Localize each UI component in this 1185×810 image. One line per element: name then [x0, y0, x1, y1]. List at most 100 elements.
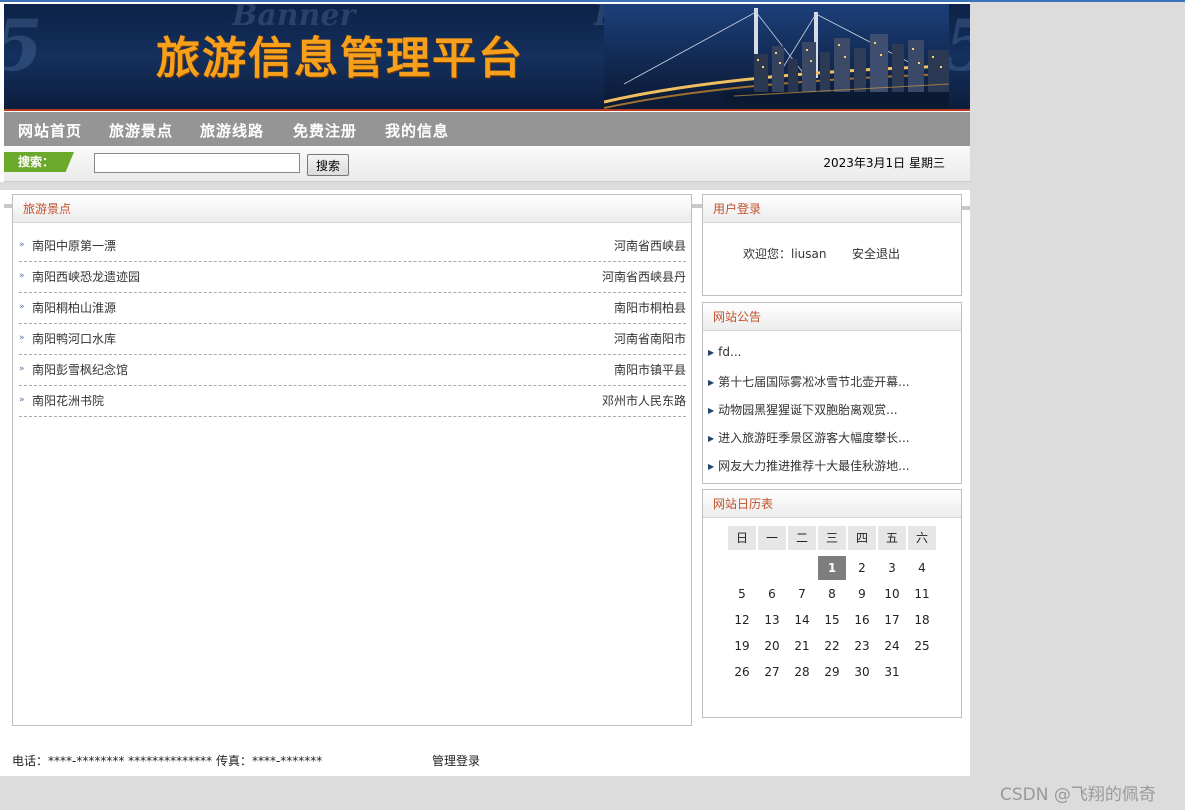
notice-text[interactable]: 动物园黑猩猩诞下双胞胎离观赏...: [718, 403, 897, 417]
current-date: 2023年3月1日 星期三: [823, 156, 945, 170]
calendar-day[interactable]: 20: [758, 634, 786, 658]
notice-text[interactable]: 进入旅游旺季景区游客大幅度攀长...: [718, 431, 909, 445]
logout-link[interactable]: 安全退出: [852, 245, 900, 262]
banner-bottom-line: [4, 109, 970, 111]
list-item[interactable]: » 南阳花洲书院 邓州市人民东路: [19, 386, 686, 417]
calendar-panel: 网站日历表 日一二三四五六 1 2 3 4 5 6 7 8 9 10 11 12 13 14 15 16 17 18…: [702, 489, 962, 718]
double-arrow-icon: »: [19, 302, 25, 312]
calendar-day[interactable]: 2: [848, 556, 876, 580]
calendar-day[interactable]: 28: [788, 660, 816, 684]
calendar-day[interactable]: 17: [878, 608, 906, 632]
calendar-day[interactable]: 7: [788, 582, 816, 606]
calendar-day[interactable]: 31: [878, 660, 906, 684]
search-bar: 搜索： 搜索 2023年3月1日 星期三: [4, 146, 970, 182]
calendar-day[interactable]: 30: [848, 660, 876, 684]
spot-location: 南阳市桐柏县: [613, 301, 686, 315]
spot-name[interactable]: 南阳中原第一漂: [32, 237, 116, 254]
csdn-watermark: CSDN @飞翔的佩奇: [1000, 785, 1156, 805]
scenic-spots-panel: 旅游景点 » 南阳中原第一漂 河南省西峡县 » 南阳西峡恐龙遗迹园 河南省西峡县…: [12, 194, 692, 726]
calendar-day[interactable]: 26: [728, 660, 756, 684]
spot-location: 河南省南阳市: [613, 332, 686, 346]
site-banner: 5 Banner Banner 5 旅游信息管理平台: [4, 4, 970, 111]
nav-item-register[interactable]: 免费注册: [293, 120, 357, 141]
spot-name[interactable]: 南阳西峡恐龙遗迹园: [32, 268, 140, 285]
calendar-day[interactable]: 18: [908, 608, 936, 632]
page-container: 5 Banner Banner 5 旅游信息管理平台: [0, 2, 970, 776]
spot-location: 邓州市人民东路: [601, 394, 686, 408]
triangle-right-icon: ▶: [708, 378, 715, 387]
triangle-right-icon: ▶: [708, 406, 715, 415]
user-login-panel: 用户登录 欢迎您：liusan 安全退出: [702, 194, 962, 296]
list-item[interactable]: ▶ 进入旅游旺季景区游客大幅度攀长...: [708, 429, 910, 446]
notice-text[interactable]: fd...: [718, 345, 741, 359]
calendar-day[interactable]: 10: [878, 582, 906, 606]
triangle-right-icon: ▶: [708, 348, 715, 357]
list-item[interactable]: » 南阳彭雪枫纪念馆 南阳市镇平县: [19, 355, 686, 386]
calendar-day[interactable]: 11: [908, 582, 936, 606]
calendar-title: 网站日历表: [703, 490, 961, 518]
calendar-day[interactable]: 16: [848, 608, 876, 632]
triangle-right-icon: ▶: [708, 434, 715, 443]
calendar-day[interactable]: 5: [728, 582, 756, 606]
notice-text[interactable]: 网友大力推进推荐十大最佳秋游地...: [718, 459, 909, 473]
left-deco-line: [4, 204, 12, 208]
list-item[interactable]: » 南阳鸭河口水库 河南省南阳市: [19, 324, 686, 355]
double-arrow-icon: »: [19, 364, 25, 374]
calendar-day[interactable]: 6: [758, 582, 786, 606]
calendar-day[interactable]: 13: [758, 608, 786, 632]
calendar-day[interactable]: 22: [818, 634, 846, 658]
spot-location: 南阳市镇平县: [613, 363, 686, 377]
calendar-weekday: 三: [818, 526, 846, 550]
list-item[interactable]: » 南阳西峡恐龙遗迹园 河南省西峡县丹: [19, 262, 686, 293]
calendar-day[interactable]: 1: [818, 556, 846, 580]
list-item[interactable]: ▶ 动物园黑猩猩诞下双胞胎离观赏...: [708, 401, 898, 418]
calendar-day[interactable]: 15: [818, 608, 846, 632]
calendar-day[interactable]: 19: [728, 634, 756, 658]
notices-title: 网站公告: [703, 303, 961, 331]
nav-item-home[interactable]: 网站首页: [18, 120, 82, 141]
user-login-title: 用户登录: [703, 195, 961, 223]
calendar-day[interactable]: 27: [758, 660, 786, 684]
spot-name[interactable]: 南阳鸭河口水库: [32, 330, 116, 347]
calendar-day[interactable]: 24: [878, 634, 906, 658]
spot-location: 河南省西峡县: [613, 239, 686, 253]
search-button[interactable]: 搜索: [307, 154, 349, 176]
site-title: 旅游信息管理平台: [156, 33, 524, 84]
calendar-day[interactable]: 23: [848, 634, 876, 658]
list-item[interactable]: ▶ fd...: [708, 345, 741, 359]
list-item[interactable]: » 南阳中原第一漂 河南省西峡县: [19, 231, 686, 262]
search-input[interactable]: [94, 153, 300, 173]
calendar-day[interactable]: 12: [728, 608, 756, 632]
nav-item-scenic-spots[interactable]: 旅游景点: [109, 120, 173, 141]
notice-text[interactable]: 第十七届国际雾凇冰雪节北壶开幕...: [718, 375, 909, 389]
spot-location: 河南省西峡县丹: [601, 270, 686, 284]
calendar-weekday: 二: [788, 526, 816, 550]
calendar-weekday: 四: [848, 526, 876, 550]
nav-item-travel-routes[interactable]: 旅游线路: [200, 120, 264, 141]
triangle-right-icon: ▶: [708, 462, 715, 471]
calendar-day[interactable]: 29: [818, 660, 846, 684]
list-item[interactable]: ▶ 第十七届国际雾凇冰雪节北壶开幕...: [708, 373, 910, 390]
calendar-day[interactable]: 3: [878, 556, 906, 580]
calendar-weekday: 六: [908, 526, 936, 550]
admin-login-link[interactable]: 管理登录: [432, 752, 480, 769]
calendar-day[interactable]: 4: [908, 556, 936, 580]
spot-name[interactable]: 南阳花洲书院: [32, 392, 104, 409]
spot-name[interactable]: 南阳桐柏山淮源: [32, 299, 116, 316]
double-arrow-icon: »: [19, 395, 25, 405]
right-deco-line: [962, 206, 970, 210]
calendar-day[interactable]: 14: [788, 608, 816, 632]
nav-item-my-info[interactable]: 我的信息: [385, 120, 449, 141]
calendar-day[interactable]: 25: [908, 634, 936, 658]
calendar-day[interactable]: 21: [788, 634, 816, 658]
calendar-day[interactable]: 9: [848, 582, 876, 606]
welcome-text: 欢迎您：liusan: [743, 247, 827, 261]
list-item[interactable]: ▶ 网友大力推进推荐十大最佳秋游地...: [708, 457, 910, 474]
calendar-day[interactable]: 8: [818, 582, 846, 606]
double-arrow-icon: »: [19, 240, 25, 250]
main-nav: 网站首页 旅游景点 旅游线路 免费注册 我的信息: [4, 112, 970, 146]
spot-name[interactable]: 南阳彭雪枫纪念馆: [32, 361, 128, 378]
search-label: 搜索：: [4, 152, 74, 172]
double-arrow-icon: »: [19, 333, 25, 343]
list-item[interactable]: » 南阳桐柏山淮源 南阳市桐柏县: [19, 293, 686, 324]
